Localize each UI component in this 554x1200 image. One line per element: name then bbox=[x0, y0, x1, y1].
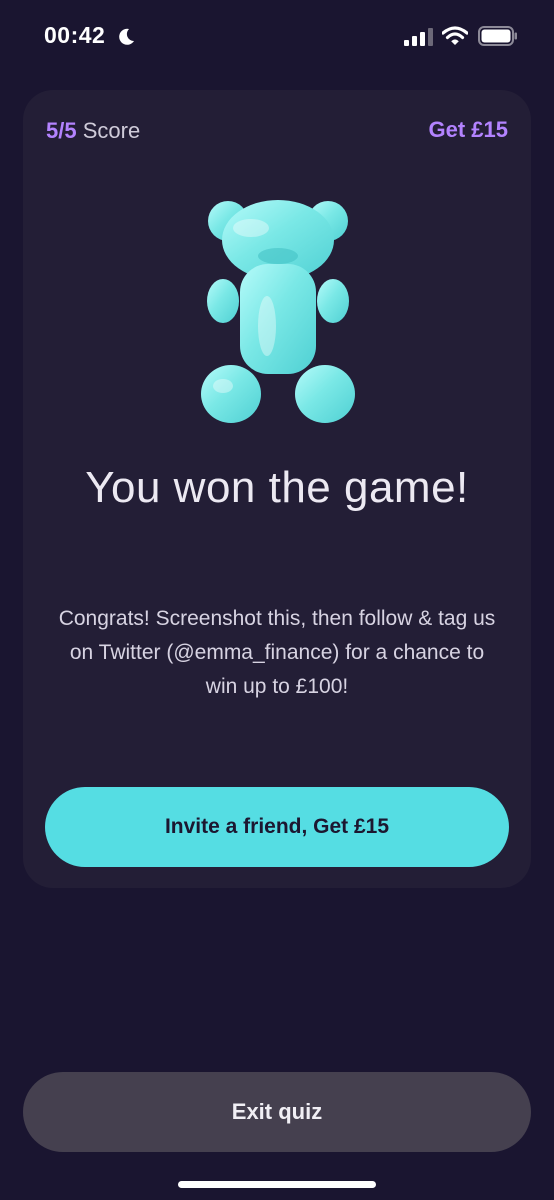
status-bar: 00:42 bbox=[0, 0, 554, 72]
score-display: 5/5 Score bbox=[46, 118, 140, 144]
score-label: Score bbox=[82, 118, 141, 143]
invite-friend-button[interactable]: Invite a friend, Get £15 bbox=[45, 787, 509, 867]
exit-quiz-button[interactable]: Exit quiz bbox=[23, 1072, 531, 1152]
wifi-icon bbox=[442, 26, 468, 45]
status-time: 00:42 bbox=[44, 22, 106, 48]
battery-icon bbox=[478, 26, 517, 46]
result-headline: You won the game! bbox=[85, 463, 469, 512]
cellular-signal-icon bbox=[404, 28, 433, 46]
get-reward-link[interactable]: Get £15 bbox=[429, 117, 509, 143]
result-card: 5/5 Score Get £15 You won the game! Cong… bbox=[23, 90, 531, 888]
home-indicator bbox=[178, 1181, 376, 1188]
quiz-result-screen: 00:42 5/5 Score Get £15 You won the game… bbox=[0, 0, 554, 1200]
score-value: 5/5 bbox=[46, 118, 77, 143]
moon-icon bbox=[119, 28, 134, 45]
gummy-bear-icon bbox=[201, 200, 355, 423]
result-message: Congrats! Screenshot this, then follow &… bbox=[58, 607, 496, 698]
